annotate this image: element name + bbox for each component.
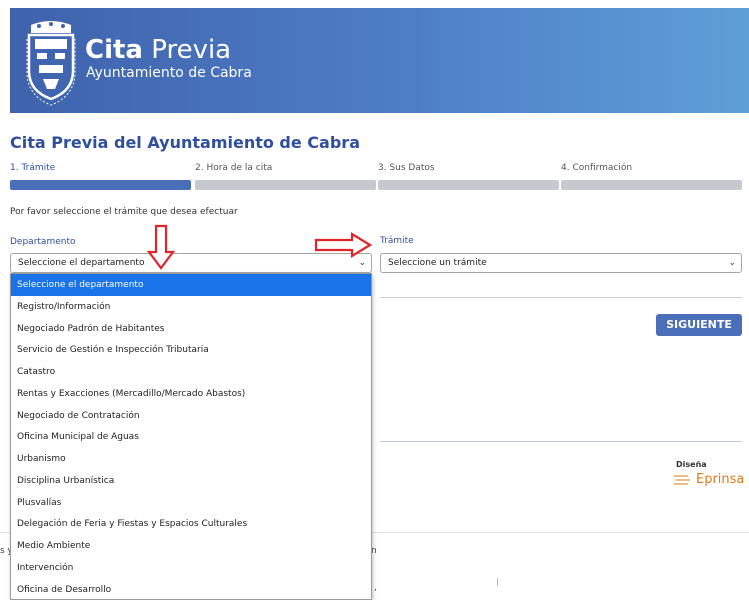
dropdown-option[interactable]: Medio Ambiente <box>11 535 371 557</box>
dropdown-option[interactable]: Oficina de Desarrollo <box>11 579 371 600</box>
brand-title: Cita Previa <box>85 35 232 65</box>
step-datos: 3. Sus Datos <box>378 163 559 190</box>
step-tramite: 1. Trámite <box>10 163 191 190</box>
disena-label: Diseña <box>676 460 707 469</box>
footer-divider <box>380 441 742 442</box>
instruction-text: Por favor seleccione el trámite que dese… <box>10 207 238 217</box>
step-bar <box>195 180 376 190</box>
divider <box>380 297 742 298</box>
dropdown-option[interactable]: Negociado de Contratación <box>11 405 371 427</box>
tramite-select-value: Seleccione un trámite <box>388 258 487 268</box>
right-arrow-annotation-icon <box>314 232 372 258</box>
page-title: Cita Previa del Ayuntamiento de Cabra <box>10 133 360 152</box>
dropdown-option[interactable]: Registro/Información <box>11 296 371 318</box>
down-arrow-annotation-icon <box>147 224 175 270</box>
step-bar <box>378 180 559 190</box>
siguiente-button[interactable]: SIGUIENTE <box>656 314 742 336</box>
dropdown-option[interactable]: Delegación de Feria y Fiestas y Espacios… <box>11 513 371 535</box>
departamento-label: Departamento <box>10 237 76 247</box>
brand-subtitle: Ayuntamiento de Cabra <box>86 65 252 81</box>
departamento-select-value: Seleccione el departamento <box>18 258 145 268</box>
departamento-dropdown-list: Seleccione el departamento Registro/Info… <box>10 273 372 600</box>
dropdown-option[interactable]: Negociado Padrón de Habitantes <box>11 318 371 340</box>
step-bar <box>561 180 742 190</box>
step-confirmacion: 4. Confirmación <box>561 163 742 190</box>
tramite-label: Trámite <box>380 236 414 246</box>
eprinsa-logo-text: Eprinsa <box>696 472 745 487</box>
dropdown-option[interactable]: Intervención <box>11 557 371 579</box>
dropdown-option[interactable]: Seleccione el departamento <box>11 274 371 296</box>
cookie-text-fragment: , <box>374 583 377 593</box>
eprinsa-logo-icon <box>674 475 690 485</box>
dropdown-option[interactable]: Oficina Municipal de Aguas <box>11 426 371 448</box>
dropdown-option[interactable]: Disciplina Urbanística <box>11 470 371 492</box>
dropdown-option[interactable]: Servicio de Gestión e Inspección Tributa… <box>11 339 371 361</box>
tramite-select[interactable]: Seleccione un trámite ⌄ <box>380 253 742 273</box>
dropdown-option[interactable]: Catastro <box>11 361 371 383</box>
dropdown-option[interactable]: Plusvalías <box>11 492 371 514</box>
step-label: 3. Sus Datos <box>378 163 435 173</box>
step-label: 4. Confirmación <box>561 163 633 173</box>
dropdown-option[interactable]: Urbanismo <box>11 448 371 470</box>
divider <box>497 578 498 586</box>
step-bar <box>10 180 191 190</box>
dropdown-option[interactable]: Rentas y Exacciones (Mercadillo/Mercado … <box>11 383 371 405</box>
step-label: 2. Hora de la cita <box>195 163 273 173</box>
chevron-down-icon: ⌄ <box>728 258 736 268</box>
step-hora: 2. Hora de la cita <box>195 163 376 190</box>
step-label: 1. Trámite <box>10 163 56 173</box>
coat-of-arms-logo <box>26 21 76 106</box>
site-header: Cita Previa Ayuntamiento de Cabra <box>10 8 749 113</box>
chevron-down-icon: ⌄ <box>358 258 366 268</box>
